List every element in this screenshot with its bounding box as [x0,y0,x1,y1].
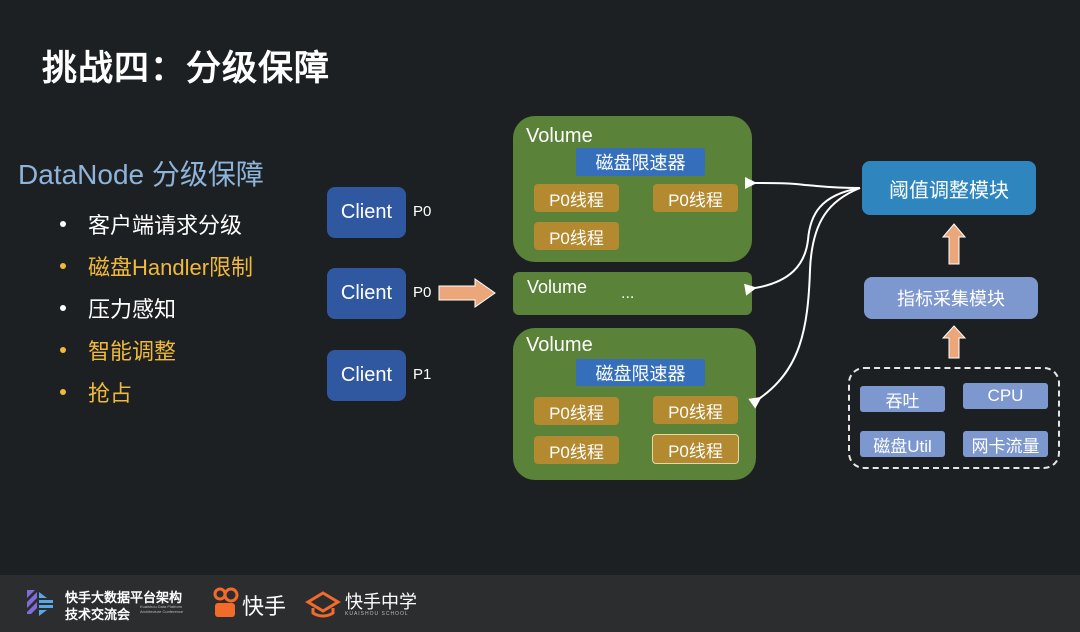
bullet-item: 智能调整 [60,334,176,366]
school-name-en: KUAISHOU SCHOOL [345,611,409,617]
volume-label: Volume [526,334,593,356]
bullet-item: 抢占 [60,376,132,408]
conference-logo-icon [27,590,53,616]
client-box: Client [327,187,406,238]
bullet-item: 磁盘Handler限制 [60,250,253,282]
bullet-item: 压力感知 [60,292,176,324]
thread-box: P0线程 [653,184,738,212]
thread-box: P0线程 [652,434,739,464]
client-box: Client [327,268,406,319]
volume-box: Volume 磁盘限速器 P0线程 P0线程 P0线程 [513,116,752,262]
volume-label: Volume [527,277,588,297]
volume-box: Volume ... [513,272,752,315]
bullet-dot-icon [60,305,66,311]
thread-box: P0线程 [534,436,619,464]
thread-box: P0线程 [534,184,619,212]
bullet-dot-icon [60,221,66,227]
metrics-collect-module: 指标采集模块 [864,277,1038,319]
bullet-text: 抢占 [88,381,133,406]
arrow-up-icon [942,223,966,265]
connector-to-volume-2 [744,187,861,296]
thread-box: P0线程 [653,396,738,424]
metric-box: 磁盘Util [860,431,945,457]
bullet-text: 客户端请求分级 [88,213,243,238]
client-box: Client [327,350,406,401]
metric-box: 网卡流量 [963,431,1048,457]
arrow-up-icon [942,325,966,359]
priority-label: P0 [413,203,432,220]
conference-en-line2: Architecture Conference [140,609,184,614]
kuaishou-brand: 快手 [242,594,287,619]
arrow-right-icon [438,278,496,308]
bullet-dot-icon [60,347,66,353]
bullet-text: 磁盘Handler限制 [88,255,254,280]
volume-box: Volume 磁盘限速器 P0线程 P0线程 P0线程 P0线程 [513,328,756,480]
bullet-text: 压力感知 [88,297,177,322]
bullet-text: 智能调整 [88,339,177,364]
priority-label: P1 [413,366,432,383]
disk-rate-limiter: 磁盘限速器 [576,148,705,176]
ellipsis: ... [621,285,635,302]
school-logo-icon [305,591,341,618]
bullet-dot-icon [60,263,66,269]
priority-label: P0 [413,284,432,301]
slide-title: 挑战四：分级保障 [42,49,331,88]
threshold-adjust-module: 阈值调整模块 [862,161,1036,215]
conference-name-line2: 技术交流会 [65,607,131,622]
conference-name-en: Kuaishou Data Platform Architecture Conf… [140,604,183,614]
kuaishou-logo-icon [213,587,239,617]
thread-box: P0线程 [534,222,619,250]
bullet-dot-icon [60,389,66,395]
connector-to-volume-1 [744,176,861,189]
footer-bar: 快手大数据平台架构 技术交流会 Kuaishou Data Platform A… [0,575,1080,632]
volume-label: Volume [526,125,593,147]
metric-box: 吞吐 [860,386,945,412]
metric-box: CPU [963,383,1048,409]
thread-box: P0线程 [534,397,619,425]
disk-rate-limiter: 磁盘限速器 [576,359,705,386]
connector-to-volume-3 [748,187,861,409]
bullet-item: 客户端请求分级 [60,208,242,240]
section-heading: DataNode 分级保障 [18,159,264,190]
